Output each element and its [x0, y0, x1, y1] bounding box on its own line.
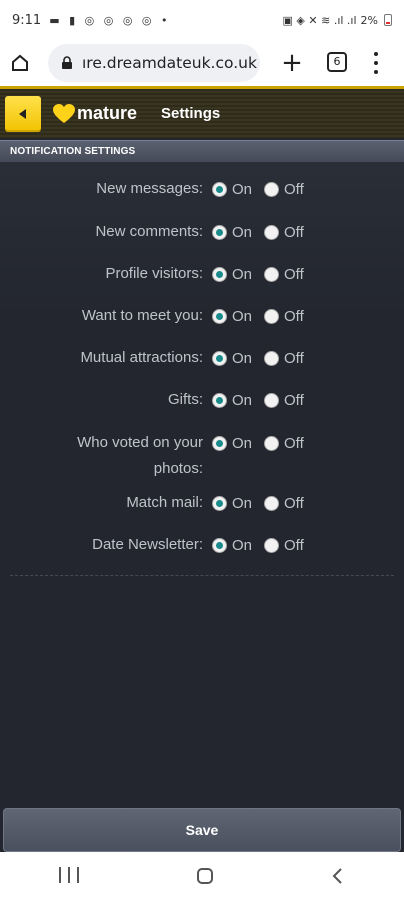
android-nav-bar [0, 852, 404, 900]
radio-off-label: Off [284, 223, 304, 241]
radio-off[interactable] [264, 224, 280, 240]
radio-off-label: Off [284, 536, 304, 554]
system-icons: ▣ ◈ ✕ ≋ .ıl .ıl [282, 13, 357, 27]
notification-icons: ▬ ▮ ◎ ◎ ◎ ◎ • [49, 13, 171, 27]
radio-group: On Off [212, 303, 304, 329]
url-text: ıre.dreamdateuk.co.uk [82, 54, 257, 72]
radio-on-label: On [232, 391, 253, 409]
radio-group: On Off [212, 261, 304, 287]
setting-label: New messages: [96, 180, 203, 197]
radio-group: On Off [212, 387, 304, 413]
radio-on[interactable] [212, 392, 227, 408]
radio-on[interactable] [212, 495, 227, 511]
radio-group: On Off [212, 532, 304, 558]
radio-off[interactable] [264, 435, 280, 451]
divider [10, 575, 394, 576]
setting-label: Date Newsletter: [92, 536, 203, 553]
site-header: mature Settings [0, 86, 404, 138]
radio-on[interactable] [212, 181, 227, 197]
setting-label: Who voted on your photos: [77, 434, 203, 477]
radio-on-label: On [232, 223, 253, 241]
radio-off[interactable] [264, 495, 280, 511]
radio-off-label: Off [284, 265, 304, 283]
radio-off-label: Off [284, 494, 304, 512]
status-bar: 9:11 ▬ ▮ ◎ ◎ ◎ ◎ • ▣ ◈ ✕ ≋ .ıl .ıl 2% [0, 0, 404, 40]
radio-off[interactable] [264, 181, 280, 197]
battery-icon [384, 14, 392, 26]
battery-level: 2% [360, 13, 378, 27]
radio-on[interactable] [212, 537, 227, 553]
home-nav-icon[interactable] [197, 868, 213, 884]
radio-off-label: Off [284, 307, 304, 325]
radio-off-label: Off [284, 434, 304, 452]
overflow-menu-icon[interactable] [368, 50, 384, 76]
setting-label: Want to meet you: [81, 307, 203, 324]
setting-label: Profile visitors: [105, 265, 203, 282]
radio-on[interactable] [212, 350, 227, 366]
setting-label: New comments: [95, 223, 203, 240]
radio-on-label: On [232, 180, 253, 198]
back-button[interactable] [5, 95, 41, 132]
radio-group: On Off [212, 219, 304, 245]
radio-off-label: Off [284, 180, 304, 198]
setting-label: Mutual attractions: [80, 349, 203, 366]
heart-icon [53, 103, 75, 123]
radio-off-label: Off [284, 349, 304, 367]
radio-on-label: On [232, 307, 253, 325]
lock-icon [62, 56, 72, 69]
logo-text: mature [77, 103, 138, 123]
section-title: NOTIFICATION SETTINGS [0, 140, 404, 162]
radio-on-label: On [232, 434, 253, 452]
radio-on-label: On [232, 536, 253, 554]
page-title: Settings [161, 105, 221, 122]
browser-bar: ıre.dreamdateuk.co.uk + 6 [0, 40, 404, 86]
status-time: 9:11 [12, 12, 42, 28]
notification-settings-panel: New messages: On Off New comments: On Of… [0, 162, 404, 808]
setting-label: Gifts: [167, 391, 203, 408]
radio-off-label: Off [284, 391, 304, 409]
radio-on-label: On [232, 265, 253, 283]
tab-switcher-icon[interactable]: 6 [327, 52, 347, 72]
address-bar[interactable]: ıre.dreamdateuk.co.uk [48, 44, 260, 82]
radio-group: On Off [212, 345, 304, 371]
home-icon[interactable] [0, 40, 40, 86]
recents-icon[interactable] [59, 867, 79, 885]
radio-group: On Off [212, 176, 304, 202]
radio-on[interactable] [212, 224, 227, 240]
radio-on[interactable] [212, 308, 227, 324]
radio-on[interactable] [212, 266, 227, 282]
logo[interactable]: mature [53, 103, 137, 124]
radio-group: On Off [212, 490, 304, 516]
setting-label: Match mail: [126, 494, 203, 511]
radio-off[interactable] [264, 308, 280, 324]
save-button[interactable]: Save [3, 808, 401, 852]
radio-on-label: On [232, 349, 253, 367]
back-nav-icon[interactable] [331, 867, 345, 885]
radio-off[interactable] [264, 350, 280, 366]
radio-off[interactable] [264, 537, 280, 553]
radio-off[interactable] [264, 392, 280, 408]
radio-on-label: On [232, 494, 253, 512]
radio-off[interactable] [264, 266, 280, 282]
back-arrow-icon [19, 108, 26, 119]
radio-on[interactable] [212, 435, 227, 451]
radio-group: On Off [212, 430, 304, 456]
status-right: ▣ ◈ ✕ ≋ .ıl .ıl 2% [283, 14, 392, 27]
new-tab-icon[interactable]: + [280, 48, 304, 78]
